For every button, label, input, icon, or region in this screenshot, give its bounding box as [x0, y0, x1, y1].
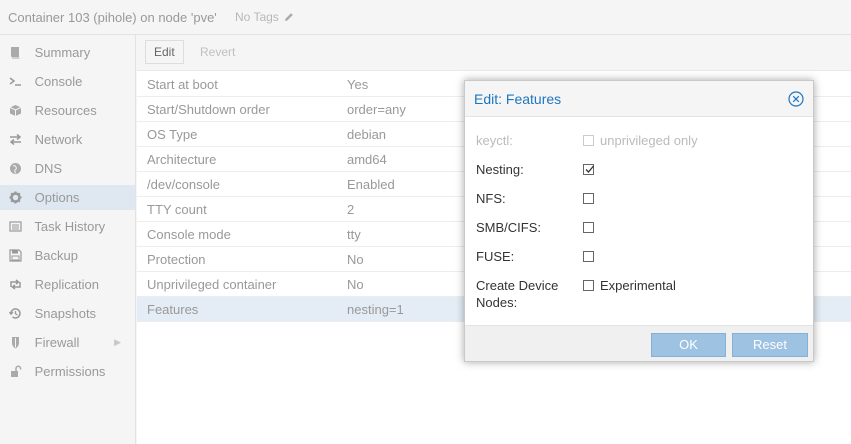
edit-features-dialog: Edit: Features keyctl: unprivileged only… [464, 80, 814, 362]
smb-cifs-checkbox[interactable] [583, 222, 594, 233]
row-key: /dev/console [147, 177, 220, 192]
row-key: Features [147, 302, 199, 317]
keyctl-box-label: unprivileged only [600, 133, 698, 148]
sidebar-item-label: Replication [34, 277, 99, 292]
experimental-label: Experimental [600, 278, 676, 293]
sidebar-item-replication[interactable]: Replication [0, 272, 135, 297]
sidebar-item-label: Permissions [34, 364, 106, 379]
sidebar-item-summary[interactable]: Summary [0, 40, 135, 65]
dialog-header: Edit: Features [465, 81, 813, 117]
ok-button[interactable]: OK [651, 333, 726, 357]
revert-button[interactable]: Revert [191, 40, 245, 64]
toolbar: Edit Revert [137, 35, 851, 71]
sidebar-item-label: Snapshots [34, 306, 97, 321]
sidebar-item-snapshots[interactable]: Snapshots [0, 301, 135, 326]
sidebar-item-label: Firewall [34, 335, 80, 350]
sidebar-item-label: Resources [34, 103, 97, 118]
create-device-nodes-checkbox[interactable] [583, 280, 594, 291]
keyctl-label: keyctl: [476, 133, 513, 148]
smb-cifs-label: SMB/CIFS: [476, 220, 542, 235]
sidebar-item-task-history[interactable]: Task History [0, 214, 135, 239]
row-value: No [347, 277, 364, 292]
row-key: Unprivileged container [147, 277, 277, 292]
pencil-icon[interactable] [284, 12, 294, 22]
dialog-footer: OK Reset [465, 325, 813, 361]
sidebar-item-dns[interactable]: DNS [0, 156, 135, 181]
row-key: OS Type [147, 127, 198, 142]
reset-button[interactable]: Reset [732, 333, 808, 357]
row-value: order=any [347, 102, 406, 117]
row-value: Yes [347, 77, 369, 92]
nesting-label: Nesting: [476, 162, 524, 177]
nfs-label: NFS: [476, 191, 506, 206]
sidebar-item-permissions[interactable]: Permissions [0, 359, 135, 384]
row-value: No [347, 252, 364, 267]
sidebar-item-firewall[interactable]: Firewall ▶ [0, 330, 135, 355]
retweet-icon [10, 279, 21, 290]
keyctl-checkbox[interactable] [583, 135, 594, 146]
row-key: Architecture [147, 152, 217, 167]
sidebar-item-label: Task History [34, 219, 106, 234]
sidebar-item-network[interactable]: Network [0, 127, 135, 152]
sidebar-item-label: DNS [34, 161, 63, 176]
row-value: nesting=1 [347, 302, 404, 317]
tags-control[interactable]: No Tags [235, 10, 294, 24]
tags-label: No Tags [235, 10, 279, 24]
shield-icon [12, 337, 19, 349]
sidebar-item-label: Summary [34, 45, 91, 60]
row-value: amd64 [347, 152, 387, 167]
create-device-nodes-label-line1: Create Device [476, 278, 559, 293]
sidebar-item-console[interactable]: Console [0, 69, 135, 94]
nesting-checkbox[interactable] [583, 164, 594, 175]
sidebar-item-label: Console [34, 74, 83, 89]
checkmark-icon [585, 165, 594, 173]
row-value: debian [347, 127, 387, 142]
history-icon [8, 308, 21, 319]
sidebar-nav: Summary Console Resources Network DNS Op… [0, 35, 136, 444]
fuse-checkbox[interactable] [583, 251, 594, 262]
row-key: Protection [147, 252, 206, 267]
list-icon [9, 221, 22, 232]
row-value: Enabled [347, 177, 395, 192]
exchange-icon [9, 133, 22, 146]
row-key: Console mode [147, 227, 231, 242]
sidebar-item-label: Network [34, 132, 83, 147]
row-key: TTY count [147, 202, 207, 217]
terminal-icon [9, 77, 21, 86]
create-device-nodes-label-line2: Nodes: [476, 295, 518, 310]
fuse-label: FUSE: [476, 249, 515, 264]
page-title: Container 103 (pihole) on node 'pve' [8, 10, 217, 25]
row-key: Start/Shutdown order [147, 102, 270, 117]
sidebar-item-options[interactable]: Options [0, 185, 135, 210]
dialog-title: Edit: Features [474, 91, 562, 107]
nfs-checkbox[interactable] [583, 193, 594, 204]
globe-icon [10, 163, 21, 174]
row-key: Start at boot [147, 77, 218, 92]
sidebar-item-backup[interactable]: Backup [0, 243, 135, 268]
row-value: 2 [347, 202, 355, 217]
sidebar-item-label: Backup [34, 248, 78, 263]
header-bar: Container 103 (pihole) on node 'pve' No … [0, 0, 851, 35]
edit-button[interactable]: Edit [145, 40, 184, 64]
close-icon[interactable] [788, 91, 804, 107]
unlock-icon [11, 365, 22, 377]
row-value: tty [347, 227, 361, 242]
sidebar-item-resources[interactable]: Resources [0, 98, 135, 123]
chevron-right-icon[interactable]: ▶ [114, 330, 121, 355]
gear-icon [9, 191, 22, 204]
book-icon [11, 47, 20, 59]
cube-icon [9, 105, 22, 116]
floppy-icon [9, 249, 22, 262]
sidebar-item-label: Options [34, 190, 80, 205]
